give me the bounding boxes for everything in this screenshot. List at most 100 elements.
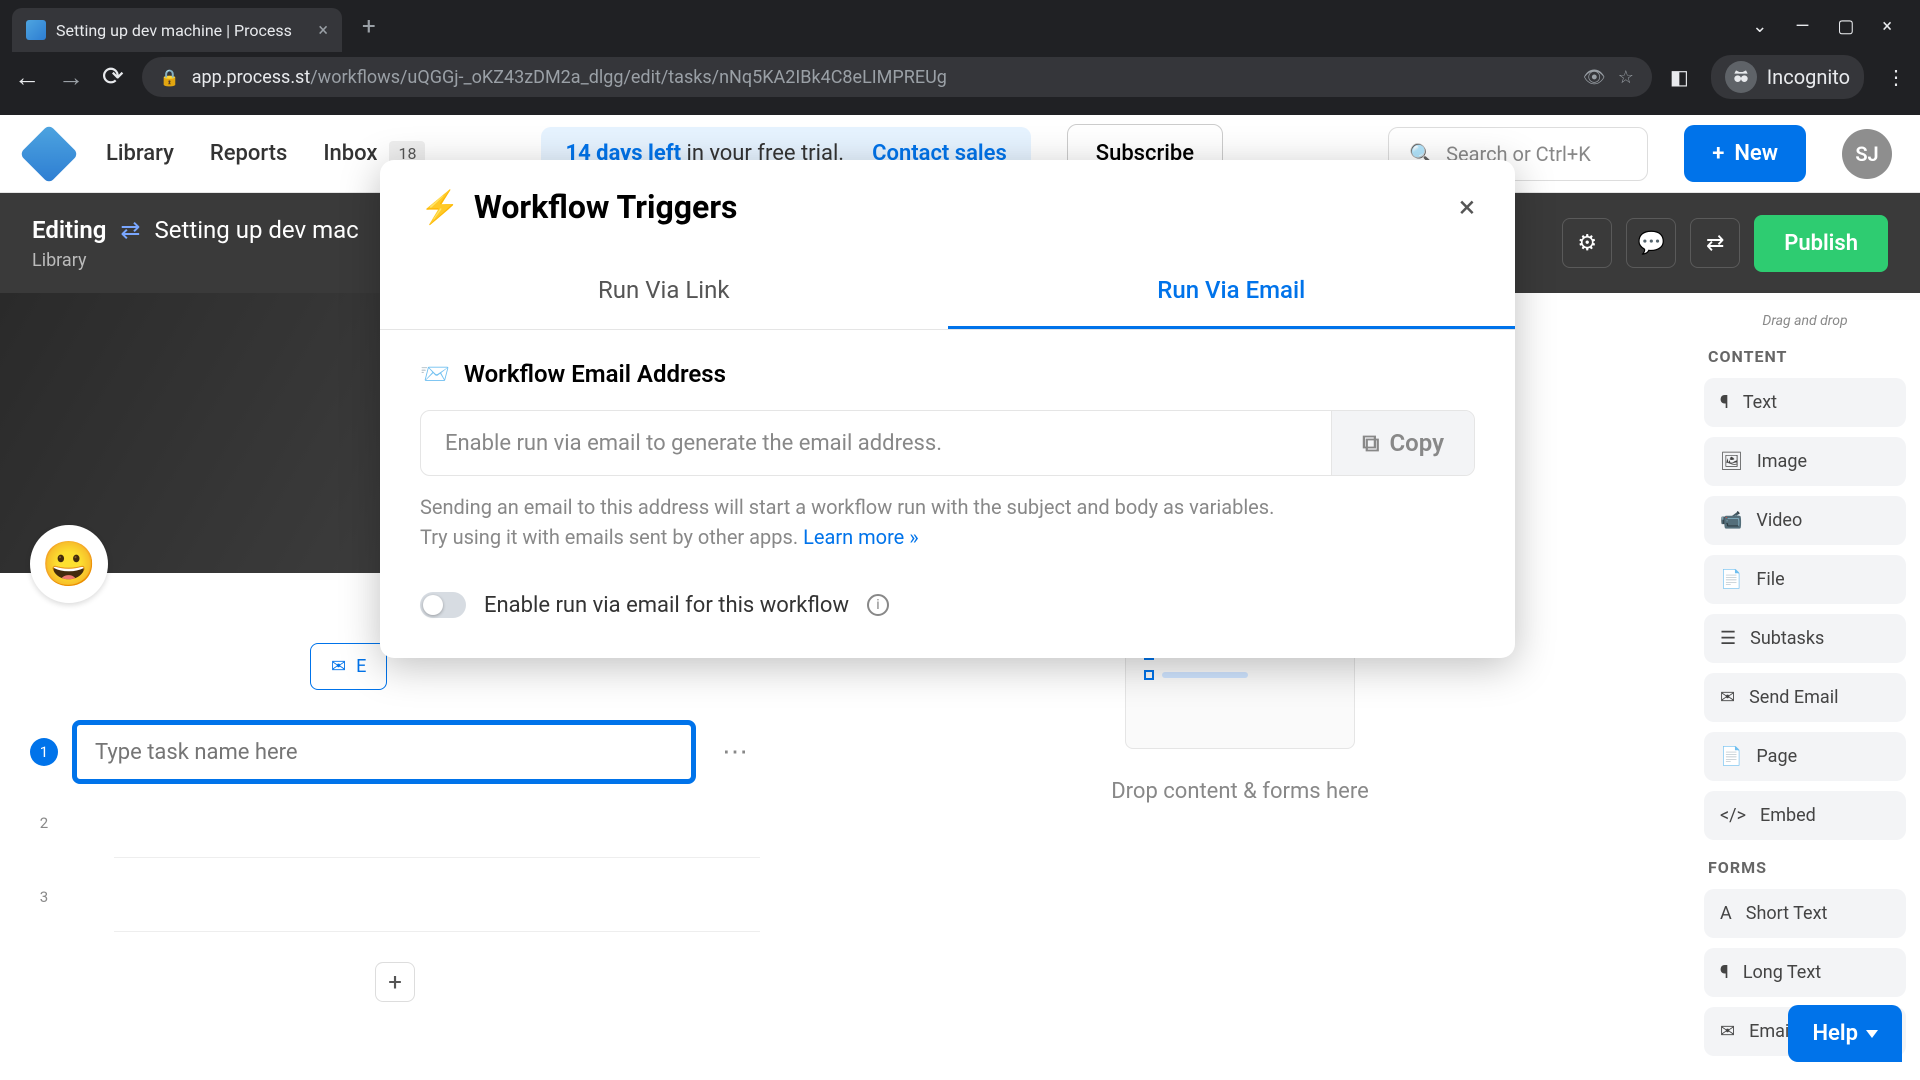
close-tab-icon[interactable]: × [318,20,328,41]
copy-icon: ⧉ [1362,429,1379,457]
help-label: Help [1812,1021,1858,1046]
text-icon: ¶ [1720,392,1729,413]
comments-button[interactable]: 💬 [1626,218,1676,268]
task-number: 1 [30,738,58,766]
plus-icon: + [1712,141,1724,166]
new-tab-button[interactable]: + [362,12,376,40]
window-controls: ⌄ — ▢ × [1752,16,1908,37]
widget-file[interactable]: 📄File [1704,555,1906,604]
widget-long-text[interactable]: ¶Long Text [1704,948,1906,997]
settings-button[interactable]: ⚙ [1562,218,1612,268]
forward-icon[interactable]: → [58,62,84,93]
widgets-panel: Drag and drop CONTENT ¶Text 🖼Image 📹Vide… [1690,293,1920,1080]
email-run-button[interactable]: ✉E [310,643,387,690]
incognito-badge[interactable]: Incognito [1711,55,1864,99]
publish-button[interactable]: Publish [1754,215,1888,272]
dropzone-text: Drop content & forms here [1111,779,1369,804]
task-number: 2 [30,809,58,837]
widget-text[interactable]: ¶Text [1704,378,1906,427]
nav-inbox[interactable]: Inbox [323,141,377,166]
app-logo[interactable] [19,124,78,183]
tab-favicon [26,20,46,40]
envelope-icon: ✉ [1720,687,1735,708]
envelope-icon: ✉ [331,656,346,677]
content-heading: CONTENT [1708,347,1906,366]
widget-page[interactable]: 📄Page [1704,732,1906,781]
close-modal-button[interactable]: × [1459,190,1475,225]
reload-icon[interactable]: ⟳ [102,62,124,92]
copy-button[interactable]: ⧉ Copy [1331,411,1474,475]
browser-tab[interactable]: Setting up dev machine | Process × [12,8,342,52]
breadcrumb[interactable]: Library [32,250,359,271]
nav-reports[interactable]: Reports [210,141,287,166]
helper-text: Sending an email to this address will st… [420,492,1475,552]
incognito-icon [1725,61,1757,93]
task-more-button[interactable]: ⋯ [710,737,760,767]
shuffle-button[interactable]: ⇄ [1690,218,1740,268]
inbox-icon: 📨 [420,360,450,388]
widget-image[interactable]: 🖼Image [1704,437,1906,486]
incognito-label: Incognito [1767,65,1850,89]
page-icon: 📄 [1720,746,1742,767]
eye-off-icon[interactable]: 👁 [1583,67,1606,88]
toggle-label: Enable run via email for this workflow [484,593,849,618]
workflow-name[interactable]: Setting up dev mac [155,216,359,244]
task-row-1: 1 ⋯ [30,720,760,784]
code-icon: </> [1720,805,1746,826]
widget-embed[interactable]: </>Embed [1704,791,1906,840]
url-text: app.process.st/workflows/uQGGj-_oKZ43zDM… [192,67,1571,88]
widget-subtasks[interactable]: ☰Subtasks [1704,614,1906,663]
envelope-icon: ✉ [1720,1021,1735,1042]
user-avatar[interactable]: SJ [1842,129,1892,179]
dropdown-icon[interactable]: ⌄ [1752,16,1767,37]
copy-label: Copy [1389,429,1444,457]
workflow-triggers-modal: ⚡ Workflow Triggers × Run Via Link Run V… [380,160,1515,658]
image-icon: 🖼 [1720,451,1743,472]
email-address-row: Enable run via email to generate the ema… [420,410,1475,476]
extensions-icon[interactable]: ◧ [1670,65,1689,89]
chat-icon: 💬 [1638,231,1665,256]
widget-short-text[interactable]: AShort Text [1704,889,1906,938]
modal-header: ⚡ Workflow Triggers × [380,160,1515,244]
maximize-icon[interactable]: ▢ [1837,16,1854,37]
task-number: 3 [30,883,58,911]
minimize-icon[interactable]: — [1795,16,1809,37]
info-icon[interactable]: i [867,594,889,616]
browser-chrome: Setting up dev machine | Process × + ⌄ —… [0,0,1920,115]
task-row-2[interactable]: 2 [30,788,760,858]
list-icon: ☰ [1720,628,1736,649]
section-title: Workflow Email Address [464,360,726,388]
task-input-wrap[interactable] [72,720,696,784]
panel-hint: Drag and drop [1704,313,1906,329]
widget-send-email[interactable]: ✉Send Email [1704,673,1906,722]
tab-run-via-link[interactable]: Run Via Link [380,254,948,329]
address-bar: ← → ⟳ 🔒 app.process.st/workflows/uQGGj-_… [0,52,1920,102]
shuffle-icon: ⇄ [1706,231,1724,256]
task-row-3[interactable]: 3 [30,862,760,932]
new-button[interactable]: + New [1684,125,1806,182]
url-field[interactable]: 🔒 app.process.st/workflows/uQGGj-_oKZ43z… [142,57,1652,97]
forms-heading: FORMS [1708,858,1906,877]
workflow-icon: ⇄ [120,216,140,244]
workflow-emoji[interactable]: 😀 [30,525,108,603]
video-icon: 📹 [1720,510,1742,531]
tab-run-via-email[interactable]: Run Via Email [948,254,1516,329]
menu-icon[interactable]: ⋮ [1886,65,1906,89]
enable-email-toggle[interactable] [420,592,466,618]
new-label: New [1734,141,1778,166]
file-icon: 📄 [1720,569,1742,590]
tab-bar: Setting up dev machine | Process × + ⌄ —… [0,0,1920,52]
help-button[interactable]: Help [1788,1005,1902,1062]
learn-more-link[interactable]: Learn more » [803,525,919,549]
modal-title: Workflow Triggers [474,188,738,226]
back-icon[interactable]: ← [14,62,40,93]
gear-icon: ⚙ [1577,231,1597,256]
short-text-icon: A [1720,903,1732,924]
add-task-button[interactable]: + [375,962,415,1002]
bolt-icon: ⚡ [420,188,460,226]
nav-library[interactable]: Library [106,141,174,166]
star-icon[interactable]: ☆ [1618,67,1634,88]
widget-video[interactable]: 📹Video [1704,496,1906,545]
close-window-icon[interactable]: × [1882,16,1892,37]
task-name-input[interactable] [95,740,673,765]
